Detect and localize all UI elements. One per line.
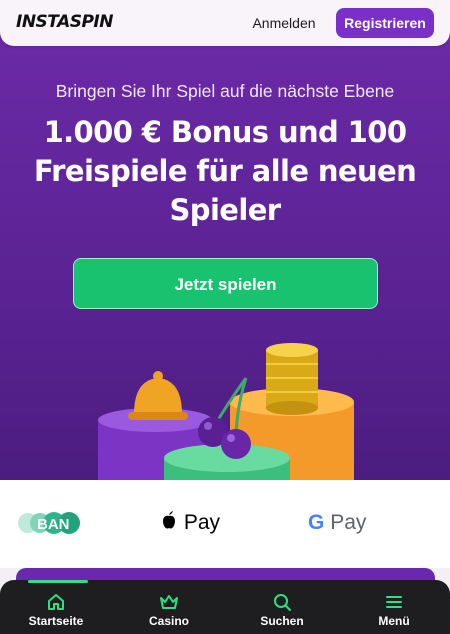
nav-label-search: Suchen: [260, 614, 304, 628]
apple-pay-label: Pay: [183, 511, 221, 534]
google-pay-label: Pay: [330, 511, 367, 534]
nav-item-home[interactable]: Startseite: [0, 580, 112, 634]
nav-item-search[interactable]: Suchen: [226, 580, 338, 634]
nav-label-home: Startseite: [28, 614, 84, 628]
nav-item-menu[interactable]: Menü: [338, 580, 450, 634]
payment-methods: BAN Pay G Pay: [0, 480, 450, 568]
bell-icon: [128, 371, 188, 420]
google-pay-logo: G Pay: [308, 508, 370, 538]
nav-label-casino: Casino: [148, 614, 189, 628]
coin-stack-icon: [266, 343, 318, 415]
google-g-icon: G: [308, 511, 325, 534]
svg-text:BAN: BAN: [37, 516, 70, 533]
apple-icon: [160, 511, 184, 534]
apple-pay-logo: Pay: [160, 508, 224, 538]
hero-illustration: [98, 343, 354, 480]
nav-label-menu: Menü: [378, 614, 410, 628]
home-icon: [48, 594, 64, 610]
nav-item-casino[interactable]: Casino: [113, 580, 225, 634]
menu-icon: [386, 596, 402, 608]
ban-logo-icon: BAN: [18, 512, 80, 534]
search-icon: [274, 594, 291, 611]
hero-title: 1.000 € Bonus und 100 Freispiele für all…: [33, 115, 417, 227]
crown-icon: [160, 595, 178, 609]
top-header: INSTASPIN Anmelden Registrieren: [0, 0, 450, 46]
play-now-button[interactable]: Jetzt spielen: [73, 258, 378, 309]
hero-subtitle: Bringen Sie Ihr Spiel auf die nächste Eb…: [55, 81, 395, 101]
register-button[interactable]: Registrieren: [336, 8, 434, 38]
ban-payment-logo: BAN: [18, 508, 88, 538]
instaspin-logo[interactable]: INSTASPIN: [16, 12, 114, 32]
login-button[interactable]: Anmelden: [246, 12, 322, 34]
bottom-navigation: Startseite Casino Suchen Menü: [0, 580, 450, 634]
